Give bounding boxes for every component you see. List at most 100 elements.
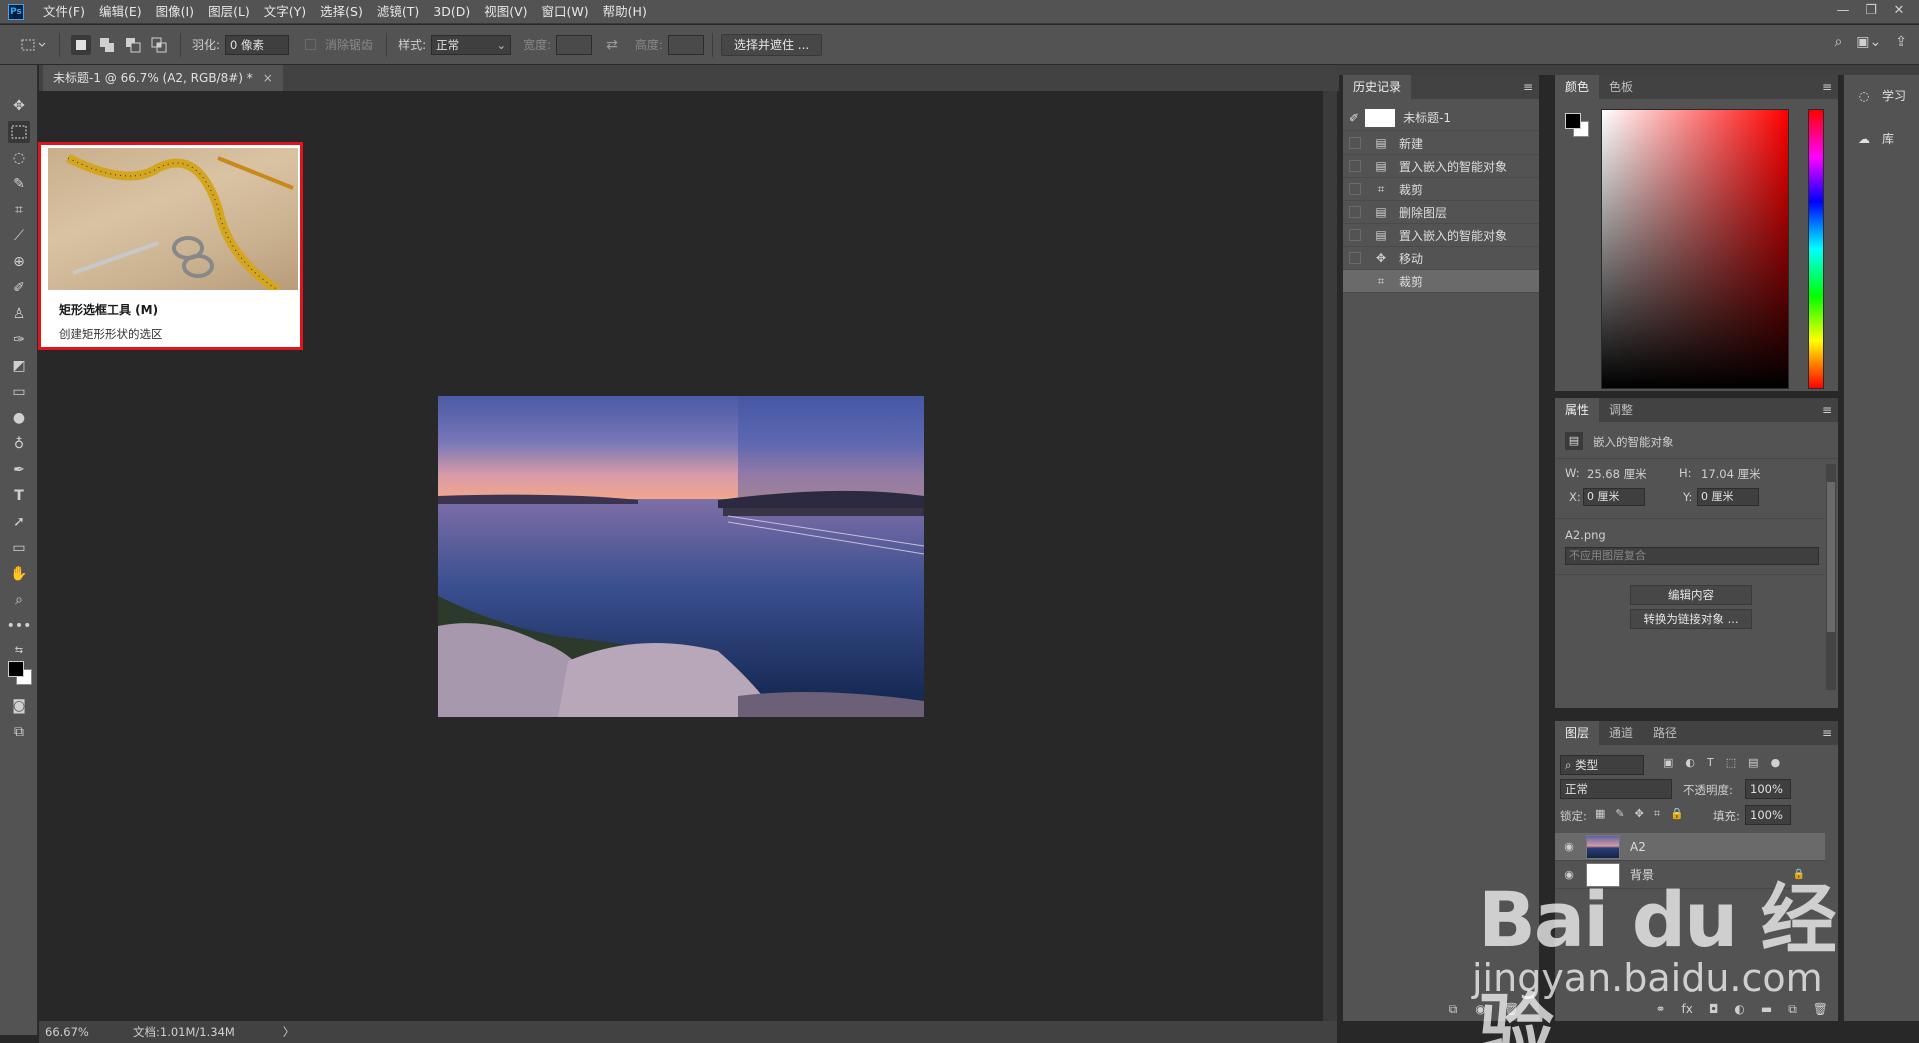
gradient-tool-icon[interactable]: ▭ bbox=[8, 381, 30, 403]
brush-tool-icon[interactable]: ✐ bbox=[8, 277, 30, 299]
eyedropper-tool-icon[interactable]: ⟋ bbox=[8, 225, 30, 247]
swap-width-height-icon[interactable]: ⇄ bbox=[606, 37, 618, 53]
height-input[interactable] bbox=[667, 34, 704, 55]
history-brush-source-icon[interactable]: ✐ bbox=[1349, 111, 1359, 125]
document-tab[interactable]: 未标题-1 @ 66.7% (A2, RGB/8#) * × bbox=[43, 65, 283, 91]
scrollbar-thumb[interactable] bbox=[1827, 482, 1835, 632]
history-brush-tool-icon[interactable]: ✑ bbox=[8, 329, 30, 351]
layer-name[interactable]: 背景 bbox=[1630, 866, 1654, 883]
adjustment-layer-icon[interactable]: ◐ bbox=[1734, 1002, 1744, 1017]
move-tool-icon[interactable]: ✥ bbox=[8, 95, 30, 117]
rectangular-marquee-tool-icon[interactable] bbox=[8, 121, 30, 143]
history-item[interactable]: ▤ 置入嵌入的智能对象 bbox=[1343, 155, 1539, 178]
zoom-level[interactable]: 66.67% bbox=[45, 1025, 125, 1039]
layer-name[interactable]: A2 bbox=[1630, 840, 1646, 854]
tab-properties[interactable]: 属性 bbox=[1555, 398, 1600, 422]
lock-position-icon[interactable]: ✥ bbox=[1635, 807, 1644, 821]
type-tool-icon[interactable]: T bbox=[8, 485, 30, 507]
filter-type-icon[interactable]: T bbox=[1707, 756, 1714, 769]
link-layers-icon[interactable]: ⚭ bbox=[1655, 1002, 1665, 1017]
feather-input[interactable]: 0 像素 bbox=[225, 34, 290, 55]
workspace-icon[interactable]: ▣⌄ bbox=[1856, 34, 1881, 50]
menu-window[interactable]: 窗口(W) bbox=[535, 0, 596, 24]
style-select[interactable]: 正常 ⌄ bbox=[431, 34, 512, 55]
menu-layer[interactable]: 图层(L) bbox=[201, 0, 257, 24]
crop-tool-icon[interactable]: ⌗ bbox=[8, 199, 30, 221]
document-canvas-image[interactable] bbox=[438, 396, 924, 717]
width-input[interactable] bbox=[556, 34, 593, 55]
menu-help[interactable]: 帮助(H) bbox=[596, 0, 654, 24]
add-selection-icon[interactable] bbox=[97, 35, 117, 55]
opacity-input[interactable]: 100% bbox=[1745, 779, 1791, 799]
lock-transparent-icon[interactable]: ▦ bbox=[1595, 807, 1605, 821]
history-item[interactable]: ▤ 置入嵌入的智能对象 bbox=[1343, 224, 1539, 247]
history-brush-source-checkbox[interactable] bbox=[1349, 275, 1361, 287]
fill-input[interactable]: 100% bbox=[1745, 805, 1791, 825]
quick-selection-tool-icon[interactable]: ✎ bbox=[8, 173, 30, 195]
foreground-color-swatch[interactable] bbox=[8, 661, 24, 677]
history-brush-source-checkbox[interactable] bbox=[1349, 229, 1361, 241]
foreground-color-swatch[interactable] bbox=[1565, 113, 1581, 129]
blend-mode-select[interactable]: 正常 bbox=[1560, 779, 1672, 799]
rectangle-tool-icon[interactable]: ▭ bbox=[8, 537, 30, 559]
layer-filter-select[interactable]: ⌕ 类型 bbox=[1560, 755, 1644, 775]
height-value[interactable]: 17.04 厘米 bbox=[1701, 466, 1761, 482]
menu-type[interactable]: 文字(Y) bbox=[257, 0, 313, 24]
history-brush-source-checkbox[interactable] bbox=[1349, 206, 1361, 218]
camera-icon[interactable]: ◉ bbox=[1475, 1002, 1485, 1017]
learn-panel-button[interactable]: ◌ 学习 bbox=[1854, 87, 1906, 104]
filter-toggle-icon[interactable]: ● bbox=[1771, 756, 1781, 769]
lock-artboard-icon[interactable]: ⌗ bbox=[1654, 807, 1660, 821]
history-brush-source-checkbox[interactable] bbox=[1349, 183, 1361, 195]
quick-mask-icon[interactable]: ◙ bbox=[8, 695, 30, 717]
filter-adjustment-icon[interactable]: ◐ bbox=[1685, 756, 1695, 769]
path-selection-tool-icon[interactable]: ➚ bbox=[8, 511, 30, 533]
history-item[interactable]: ✥ 移动 bbox=[1343, 247, 1539, 270]
tab-color[interactable]: 颜色 bbox=[1555, 75, 1600, 99]
panel-menu-icon[interactable]: ≡ bbox=[1523, 80, 1533, 94]
tab-history[interactable]: 历史记录 bbox=[1343, 75, 1412, 99]
share-icon[interactable]: ⇪ bbox=[1895, 34, 1907, 50]
tab-paths[interactable]: 路径 bbox=[1643, 721, 1687, 745]
pen-tool-icon[interactable]: ✒ bbox=[8, 459, 30, 481]
clone-stamp-tool-icon[interactable]: ♙ bbox=[8, 303, 30, 325]
new-layer-icon[interactable]: ⧉ bbox=[1788, 1002, 1797, 1017]
history-brush-source-checkbox[interactable] bbox=[1349, 160, 1361, 172]
filter-smart-object-icon[interactable]: ▤ bbox=[1748, 756, 1758, 769]
select-and-mask-button[interactable]: 选择并遮住 ... bbox=[720, 33, 823, 56]
eraser-tool-icon[interactable]: ◩ bbox=[8, 355, 30, 377]
status-menu-arrow[interactable]: 〉 bbox=[283, 1024, 295, 1040]
new-selection-icon[interactable] bbox=[71, 34, 91, 55]
color-saturation-field[interactable] bbox=[1601, 109, 1789, 389]
lock-pixels-icon[interactable]: ✎ bbox=[1615, 807, 1624, 821]
panel-menu-icon[interactable]: ≡ bbox=[1822, 403, 1832, 417]
restore-button[interactable]: ❐ bbox=[1857, 0, 1885, 22]
panel-menu-icon[interactable]: ≡ bbox=[1822, 726, 1832, 740]
dodge-tool-icon[interactable]: ♁ bbox=[8, 433, 30, 455]
lasso-tool-icon[interactable]: ◌ bbox=[8, 147, 30, 169]
history-item[interactable]: ▤ 新建 bbox=[1343, 132, 1539, 155]
swap-colors-icon[interactable]: ⇆ bbox=[8, 639, 30, 661]
panel-menu-icon[interactable]: ≡ bbox=[1822, 80, 1832, 94]
x-input[interactable]: 0 厘米 bbox=[1583, 488, 1645, 506]
eye-icon[interactable]: ◉ bbox=[1562, 840, 1576, 853]
filter-pixel-icon[interactable]: ▣ bbox=[1663, 756, 1673, 769]
new-group-icon[interactable]: ▬ bbox=[1761, 1002, 1772, 1017]
history-brush-source-checkbox[interactable] bbox=[1349, 137, 1361, 149]
blur-tool-icon[interactable]: ● bbox=[8, 407, 30, 429]
canvas-scrollbar[interactable] bbox=[1323, 91, 1337, 1021]
zoom-tool-icon[interactable]: ⌕ bbox=[8, 589, 30, 611]
spot-healing-tool-icon[interactable]: ⊕ bbox=[8, 251, 30, 273]
lock-all-icon[interactable]: 🔒 bbox=[1670, 807, 1684, 821]
edit-contents-button[interactable]: 编辑内容 bbox=[1630, 585, 1752, 605]
width-value[interactable]: 25.68 厘米 bbox=[1587, 466, 1647, 482]
menu-filter[interactable]: 滤镜(T) bbox=[370, 0, 426, 24]
hue-slider[interactable] bbox=[1808, 109, 1824, 389]
menu-select[interactable]: 选择(S) bbox=[313, 0, 370, 24]
tab-swatches[interactable]: 色板 bbox=[1599, 75, 1643, 99]
history-brush-source-checkbox[interactable] bbox=[1349, 252, 1361, 264]
history-snapshot[interactable]: ✐ 未标题-1 bbox=[1343, 105, 1539, 131]
history-item[interactable]: ▤ 删除图层 bbox=[1343, 201, 1539, 224]
eye-icon[interactable]: ◉ bbox=[1562, 868, 1576, 881]
history-item[interactable]: ⌗ 裁剪 bbox=[1343, 178, 1539, 201]
